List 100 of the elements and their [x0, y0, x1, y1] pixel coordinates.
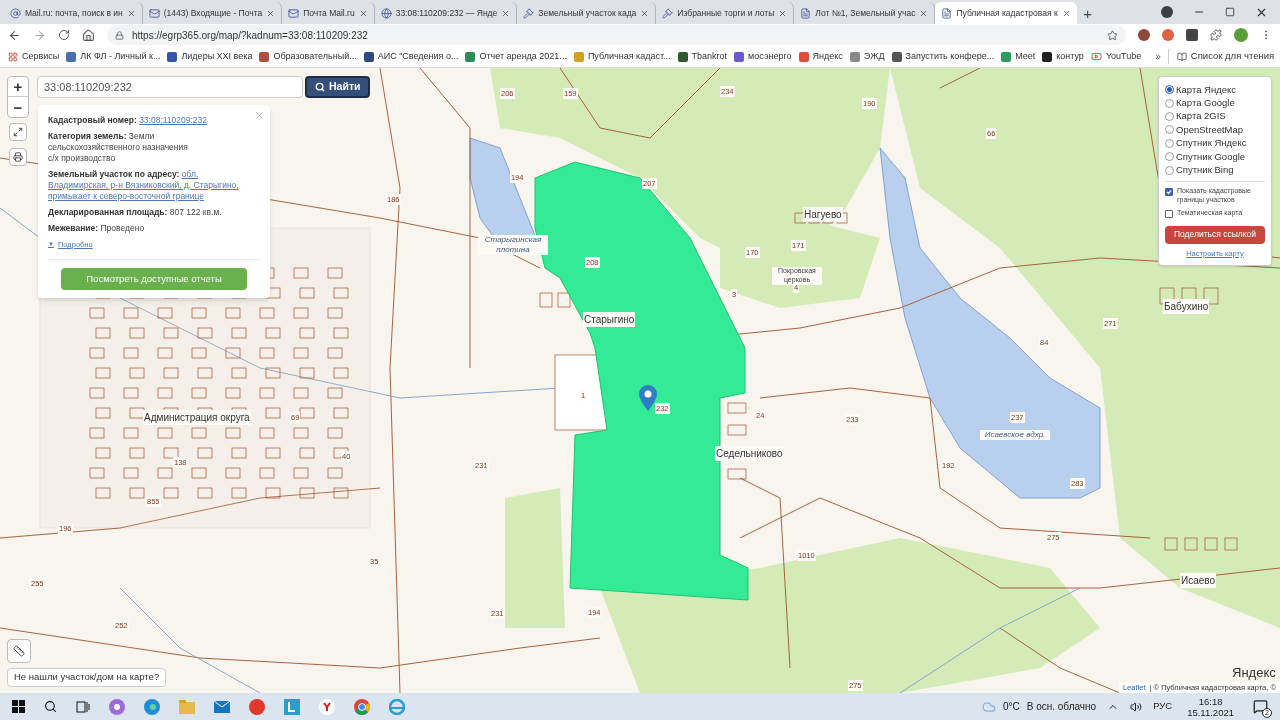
radio-button[interactable] [1165, 165, 1174, 175]
bookmark-item[interactable]: ЛК ФЛ - Личный к... [66, 49, 161, 64]
language-indicator[interactable]: РУС [1153, 699, 1173, 714]
reading-list-button[interactable]: Список для чтения [1167, 49, 1275, 64]
tab-title: Лот №1, Земельный учас [815, 6, 916, 20]
browser-tab[interactable]: Публичная кадастровая к [935, 2, 1077, 24]
info-field: Кадастровый номер: 33:08:110209:232 [48, 115, 260, 126]
gavel-icon [523, 7, 535, 19]
checkbox[interactable] [1165, 209, 1173, 218]
bookmark-item[interactable]: Сервисы [8, 49, 60, 64]
assistant-icon[interactable] [109, 698, 125, 715]
search-icon [315, 82, 325, 92]
radio-button[interactable] [1165, 125, 1174, 135]
task-view-icon[interactable] [76, 700, 90, 713]
puzzle-icon[interactable] [1210, 29, 1222, 41]
map-label: Бабухино [1163, 299, 1210, 314]
extension-icon[interactable] [1186, 29, 1198, 41]
info-field: Межевание: Проведено [48, 223, 260, 234]
bookmark-icon [734, 51, 745, 62]
radio-button[interactable] [1165, 85, 1174, 95]
extension-icon[interactable] [1162, 29, 1174, 41]
at-sign-icon [10, 7, 21, 19]
bookmark-item[interactable]: ЭЖД [849, 49, 885, 64]
bookmark-icon [363, 51, 374, 62]
bookmark-item[interactable]: Яндекс [798, 49, 843, 64]
bookmark-icon [167, 51, 178, 62]
bookmark-item[interactable]: Meet [1001, 49, 1036, 64]
map-label: Администрация округа [143, 410, 251, 425]
info-field: Категория земель: Земли сельскохозяйственного назначения с/х производство [48, 131, 260, 164]
tab-title: Mail.ru: почта, поиск в ин [25, 6, 123, 20]
bookmark-icon [573, 51, 584, 62]
info-field: Декларированная площадь: 807 122 кв.м. [48, 207, 260, 218]
chrome-icon[interactable] [354, 698, 370, 715]
search-icon[interactable] [44, 700, 57, 713]
layer-option[interactable]: Карта Google [1165, 96, 1265, 110]
clock[interactable]: 16:18 15.11.2021 [1187, 695, 1234, 718]
bookmark-icon [677, 51, 688, 62]
bookmark-item[interactable]: YouTube [1090, 49, 1142, 64]
printer-icon [13, 152, 23, 162]
star-icon[interactable] [1107, 29, 1118, 41]
zoom-out-button[interactable]: − [8, 97, 28, 117]
print-button[interactable] [9, 148, 27, 166]
document-icon [941, 7, 953, 19]
reload-icon[interactable] [58, 29, 70, 41]
tab-title: Земельный участок када [538, 6, 637, 20]
share-button[interactable]: Поделиться ссылкой [1165, 225, 1265, 244]
profile-menu-icon[interactable] [1161, 6, 1173, 18]
radio-button[interactable] [1165, 138, 1174, 148]
search-button[interactable]: Найти [305, 76, 371, 98]
layer-option[interactable]: Карта Яндекс [1165, 83, 1265, 97]
layer-option[interactable]: OpenStreetMap [1165, 123, 1265, 137]
bookmark-icon [891, 51, 902, 62]
speaker-icon[interactable] [1130, 700, 1143, 713]
info-field: Земельный участок по адресу: обл. Владимирская, р-н Вязниковский, д. Старыгино, примыкает к северо-восточной границе [48, 169, 260, 202]
map-label: Старыгинская плотина [478, 235, 548, 255]
radio-button[interactable] [1165, 152, 1174, 162]
search-field[interactable]: 33:08:110209:232 [37, 76, 303, 98]
forward-icon[interactable] [33, 28, 46, 42]
not-found-button[interactable]: Не нашли участок/дом на карте? [7, 668, 167, 687]
envelope-icon [288, 7, 300, 19]
bookmark-item[interactable]: мосэнерго [734, 49, 792, 64]
bookmark-item[interactable]: Tbankrot [677, 49, 728, 64]
fullscreen-button[interactable] [9, 123, 27, 141]
extension-icon[interactable] [1138, 29, 1150, 41]
message-icon [1253, 699, 1268, 714]
layer-option[interactable]: Спутник Яндекс [1165, 136, 1265, 150]
tab-title: Публичная кадастровая к [956, 6, 1058, 20]
play-icon [1090, 51, 1102, 62]
layer-option[interactable]: Карта 2GIS [1165, 109, 1265, 124]
bookmark-item[interactable]: Запустить конфере... [891, 49, 995, 64]
home-icon[interactable] [82, 28, 95, 42]
checkbox[interactable] [1165, 187, 1173, 196]
maximize-icon[interactable] [1225, 7, 1235, 17]
bookmark-icon [1042, 51, 1053, 62]
radio-button[interactable] [1165, 98, 1174, 108]
envelope-icon[interactable] [214, 700, 230, 713]
close-icon[interactable] [1255, 6, 1268, 19]
app-icon[interactable] [284, 698, 300, 715]
avatar-icon[interactable] [1234, 28, 1248, 42]
radio-button[interactable] [1165, 111, 1174, 121]
back-icon[interactable] [8, 28, 21, 42]
bookmark-item[interactable]: контур [1042, 49, 1084, 64]
close-icon[interactable] [1061, 8, 1071, 18]
bookmark-item[interactable]: Лидеры XXI века [167, 49, 253, 64]
bookmark-item[interactable]: Образовательный... [259, 49, 357, 64]
bookmark-icon [465, 51, 476, 62]
windows-icon[interactable] [12, 700, 25, 713]
zoom-in-button[interactable]: + [8, 77, 28, 97]
more-bookmarks[interactable]: » [1155, 49, 1161, 64]
bookmark-item[interactable]: Публичная кадаст... [573, 49, 671, 64]
new-tab-button[interactable]: + [1076, 2, 1099, 24]
bookmark-item[interactable]: АИС "Сведения о... [363, 49, 459, 64]
layer-option[interactable]: Спутник Google [1165, 149, 1265, 164]
bookmark-item[interactable]: Отчет аренда 2021... [465, 49, 567, 64]
weather-text: В осн. облачно [1026, 700, 1097, 714]
tab-title: 33:08:110209:232 — Янде [395, 6, 498, 20]
layer-option[interactable]: Спутник Bing [1165, 163, 1265, 177]
cloud-icon [981, 699, 996, 714]
address-bar[interactable]: https://egrp365.org/map/?kadnum=33:08:110209:232 [107, 25, 1126, 45]
ruler-button[interactable] [7, 639, 31, 663]
